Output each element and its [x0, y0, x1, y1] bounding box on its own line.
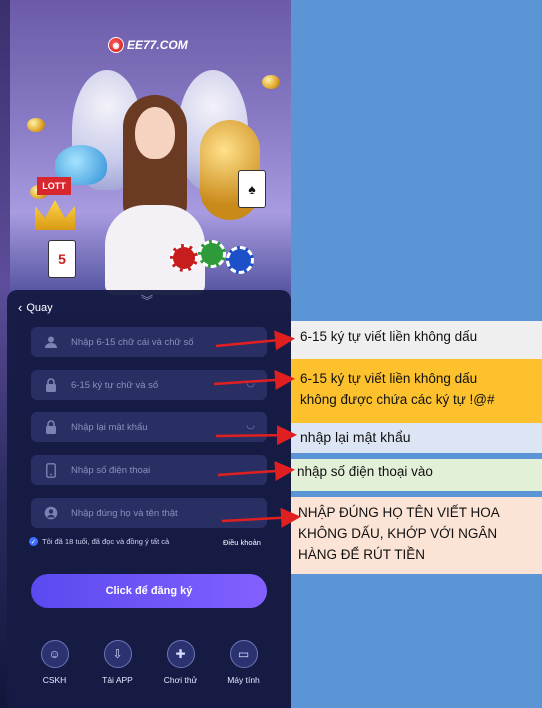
agree-text: Tôi đã 18 tuổi, đã đọc và đồng ý tất cả [42, 537, 170, 546]
brand-logo: ◉ EE77.COM [108, 37, 188, 53]
nav-download-app[interactable]: ⇩ Tải APP [93, 640, 143, 696]
bottom-nav: ☺ CSKH ⇩ Tải APP ✚ Chơi thử ▭ Máy tính [7, 640, 291, 696]
nav-computer-label: Máy tính [227, 675, 260, 685]
phone-placeholder: Nhập số điện thoại [71, 464, 151, 476]
nav-demo-play[interactable]: ✚ Chơi thử [156, 640, 206, 696]
person-icon [31, 506, 71, 520]
playing-card-icon: ♠ [238, 170, 266, 208]
nav-computer[interactable]: ▭ Máy tính [219, 640, 269, 696]
checkbox-checked-icon[interactable]: ✓ [29, 537, 38, 546]
playing-card-icon: 5 [48, 240, 76, 278]
coin-icon [262, 75, 280, 89]
nav-support-label: CSKH [42, 675, 67, 685]
confirm-password-input[interactable]: Nhập lại mật khẩu ◡ [31, 412, 267, 442]
note-username: 6-15 ký tự viết liền không dấu [291, 321, 542, 359]
password-placeholder: 6-15 ký tự chữ và số [71, 379, 159, 391]
support-icon: ☺ [40, 640, 69, 668]
note-phone: nhập số điện thoại vào [291, 459, 542, 491]
download-icon: ⇩ [103, 640, 132, 668]
collapse-chevron-icon[interactable]: ︾ [141, 292, 153, 309]
username-input[interactable]: Nhập 6-15 chữ cái và chữ số [31, 327, 267, 357]
register-panel: ︾ ‹ Quay Nhập 6-15 chữ cái và chữ số 6-1… [7, 290, 291, 708]
app-screenshot: ◉ EE77.COM LOTT 5 ♠ ︾ ‹ Quay Nhập 6-15 c… [0, 0, 291, 708]
logo-mark-icon: ◉ [108, 37, 124, 53]
terms-link[interactable]: Điều khoản [223, 538, 261, 547]
note-name-line2: KHÔNG DẤU, KHỚP VỚI NGÂN [298, 526, 498, 541]
gamepad-icon: ✚ [166, 640, 195, 668]
nav-support[interactable]: ☺ CSKH [30, 640, 80, 696]
phone-icon [31, 462, 71, 478]
chevron-left-icon: ‹ [18, 300, 23, 315]
coin-icon [27, 118, 45, 132]
eye-closed-icon[interactable]: ◡ [246, 378, 255, 389]
nav-demo-label: Chơi thử [163, 675, 198, 685]
phone-input[interactable]: Nhập số điện thoại [31, 455, 267, 485]
user-icon [31, 335, 71, 349]
nav-download-label: Tải APP [102, 675, 133, 685]
lock-icon [31, 420, 71, 434]
logo-text: EE77.COM [127, 38, 188, 52]
note-fullname: NHẬP ĐÚNG HỌ TÊN VIẾT HOA KHÔNG DẤU, KHỚ… [291, 497, 542, 574]
eye-closed-icon[interactable]: ◡ [246, 420, 255, 431]
fullname-input[interactable]: Nhập đúng họ và tên thật [31, 498, 267, 528]
hero-banner: LOTT 5 ♠ [10, 60, 291, 295]
note-confirm-text: nhập lại mật khẩu [300, 429, 411, 445]
note-name-line3: HÀNG ĐỂ RÚT TIỀN [298, 547, 426, 562]
username-placeholder: Nhập 6-15 chữ cái và chữ số [71, 336, 194, 348]
lotto-badge: LOTT [37, 177, 71, 195]
note-password-line2: không được chứa các ký tự !@# [300, 392, 495, 407]
note-password-line1: 6-15 ký tự viết liền không dấu [300, 371, 478, 386]
note-password: 6-15 ký tự viết liền không dấu không đượ… [291, 359, 542, 423]
register-button[interactable]: Click để đăng ký [31, 574, 267, 608]
age-agreement[interactable]: ✓ Tôi đã 18 tuổi, đã đọc và đồng ý tất c… [29, 537, 169, 546]
back-label: Quay [26, 301, 53, 314]
crown-icon [35, 200, 75, 230]
note-phone-text: nhập số điện thoại vào [297, 464, 433, 479]
back-button[interactable]: ‹ Quay [18, 300, 53, 315]
note-username-text: 6-15 ký tự viết liền không dấu [300, 329, 478, 344]
confirm-password-placeholder: Nhập lại mật khẩu [71, 421, 148, 433]
password-input[interactable]: 6-15 ký tự chữ và số ◡ [31, 370, 267, 400]
casino-chips [170, 240, 270, 274]
note-name-line1: NHẬP ĐÚNG HỌ TÊN VIẾT HOA [298, 505, 500, 520]
lock-icon [31, 378, 71, 392]
computer-icon: ▭ [229, 640, 258, 668]
note-confirm-password: nhập lại mật khẩu [291, 423, 542, 453]
fullname-placeholder: Nhập đúng họ và tên thật [71, 507, 178, 519]
